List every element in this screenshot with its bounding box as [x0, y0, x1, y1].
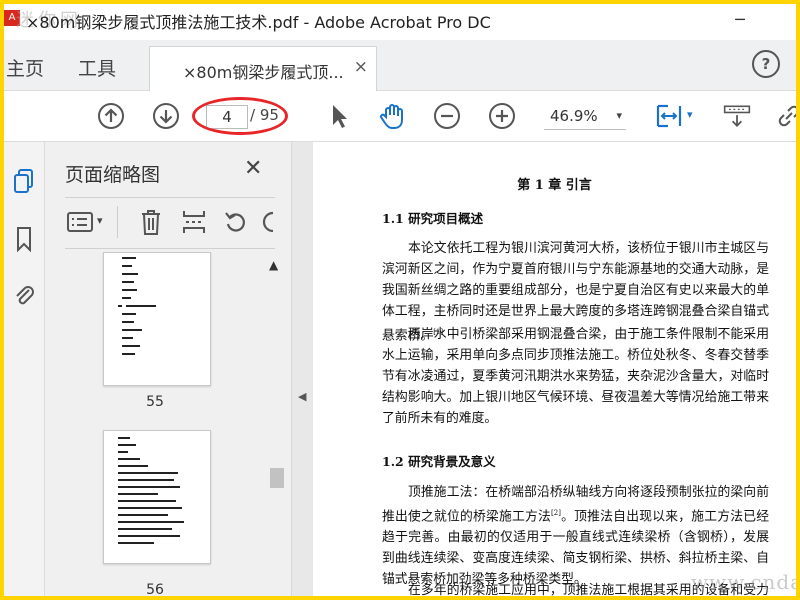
window-title: ×80m钢梁步履式顶推法施工技术.pdf - Adobe Acrobat Pro…: [26, 13, 491, 32]
divider: [65, 197, 275, 198]
panel-toolbar: ▾: [63, 204, 278, 244]
options-chevron-icon[interactable]: ▾: [97, 214, 103, 227]
thumbnail-text: [122, 337, 133, 339]
select-cursor-icon[interactable]: [324, 101, 354, 131]
thumbnail-text: [118, 305, 122, 307]
fit-width-icon[interactable]: [654, 101, 684, 131]
acrobat-window: A 迷你网 ×80m钢梁步履式顶推法施工技术.pdf - Adobe Acrob…: [4, 4, 796, 596]
chevron-down-icon: ▾: [616, 109, 622, 122]
thumbnail-text: [118, 507, 182, 509]
panel-title: 页面缩略图: [65, 164, 161, 186]
section-heading: 1.1 研究项目概述: [382, 211, 484, 226]
thumbnails-panel: 页面缩略图 ✕ ▾ 55 56 ▲: [45, 142, 291, 596]
divider: [117, 206, 118, 238]
zoom-in-icon[interactable]: [487, 101, 517, 131]
scroll-up-icon[interactable]: ▲: [269, 258, 278, 272]
thumbnail-text: [122, 273, 138, 275]
thumbnail-text: [118, 444, 136, 446]
thumbnail-text: [118, 479, 174, 481]
tab-home[interactable]: 主页: [6, 54, 44, 81]
left-rail: [4, 142, 45, 596]
page-thumbnails-icon[interactable]: [12, 168, 36, 194]
insert-page-icon[interactable]: [181, 208, 207, 236]
thumbnail-text: [122, 265, 132, 267]
next-page-icon[interactable]: [151, 101, 181, 131]
thumbnail-text: [122, 353, 135, 355]
thumbnail-text: [126, 305, 156, 307]
thumbnail-text: [118, 472, 178, 474]
help-icon[interactable]: ?: [752, 50, 780, 78]
document-view[interactable]: 第 1 章 引言 1.1 研究项目概述 本论文依托工程为银川滨河黄河大桥，该桥位…: [313, 142, 796, 596]
thumbnail-text: [118, 535, 180, 537]
toolbar: 4 / 95 46.9% ▾ ▾: [4, 91, 796, 142]
close-tab-icon[interactable]: ×: [354, 57, 368, 77]
thumbnail-page-56[interactable]: [103, 430, 211, 564]
rotate-page-icon[interactable]: [223, 209, 249, 235]
thumbnail-text: [118, 451, 128, 453]
attachment-icon[interactable]: [12, 282, 36, 308]
thumbnail-text: [118, 528, 172, 530]
fit-options-chevron-icon[interactable]: ▾: [687, 108, 693, 121]
zoom-value: 46.9%: [550, 107, 598, 125]
thumbnail-text: [122, 281, 134, 283]
thumbnail-text: [118, 500, 176, 502]
paragraph: 西岸水中引桥梁部采用钢混叠合梁，由于施工条件限制不能采用水上运输，采用单向多点同…: [382, 327, 769, 426]
collapse-panel-icon[interactable]: ◀: [298, 390, 306, 403]
citation: [2]: [551, 509, 561, 517]
zoom-select[interactable]: 46.9% ▾: [544, 105, 626, 130]
thumbnail-text: [122, 313, 136, 315]
thumbnail-text: [118, 486, 180, 488]
close-panel-icon[interactable]: ✕: [244, 156, 262, 181]
thumbnail-text: [122, 297, 131, 299]
scroll-mode-icon[interactable]: [722, 101, 752, 131]
thumbnail-page-55[interactable]: [103, 252, 211, 386]
thumbnail-scrollbar[interactable]: ▲: [267, 252, 287, 596]
previous-page-icon[interactable]: [96, 101, 126, 131]
bookmark-icon[interactable]: [12, 226, 36, 252]
thumbnail-label: 55: [146, 394, 164, 410]
scrollbar-thumb[interactable]: [270, 468, 284, 488]
thumbnail-text: [118, 542, 154, 544]
thumbnail-text: [118, 437, 130, 439]
zoom-out-icon[interactable]: [432, 101, 462, 131]
thumbnail-text: [118, 514, 168, 516]
options-menu-icon[interactable]: [67, 210, 93, 234]
highlight-ellipse: [192, 97, 288, 135]
panel-splitter[interactable]: ◀: [291, 142, 314, 596]
thumbnail-text: [118, 465, 148, 467]
title-bar: A 迷你网 ×80m钢梁步履式顶推法施工技术.pdf - Adobe Acrob…: [4, 4, 796, 40]
thumbnail-text: [122, 329, 142, 331]
hand-tool-icon[interactable]: [378, 101, 408, 131]
divider: [65, 248, 275, 249]
watermark: www.cndao.com: [691, 570, 796, 594]
thumbnail-text: [122, 345, 140, 347]
thumbnail-text: [118, 521, 184, 523]
tab-bar: 主页 工具 ×80m钢梁步履式顶... × ?: [4, 40, 796, 91]
minimize-button[interactable]: ─: [720, 6, 760, 34]
thumbnail-text: [122, 321, 134, 323]
section-heading: 1.2 研究背景及意义: [382, 454, 496, 469]
tab-document-label: ×80m钢梁步履式顶...: [183, 63, 344, 82]
pdf-page: 第 1 章 引言 1.1 研究项目概述 本论文依托工程为银川滨河黄河大桥，该桥位…: [313, 142, 796, 596]
rotate-clockwise-icon[interactable]: [261, 209, 275, 235]
tab-tools[interactable]: 工具: [78, 54, 116, 81]
thumbnail-list: 55 56: [45, 252, 265, 596]
chapter-title: 第 1 章 引言: [517, 178, 592, 193]
thumbnail-text: [118, 493, 158, 495]
thumbnail-label: 56: [146, 582, 164, 596]
tab-document[interactable]: ×80m钢梁步履式顶... ×: [149, 46, 377, 91]
thumbnail-text: [122, 257, 136, 259]
thumbnail-text: [118, 458, 140, 460]
delete-page-icon[interactable]: [139, 208, 163, 236]
link-icon[interactable]: [774, 101, 796, 131]
thumbnail-text: [122, 289, 137, 291]
